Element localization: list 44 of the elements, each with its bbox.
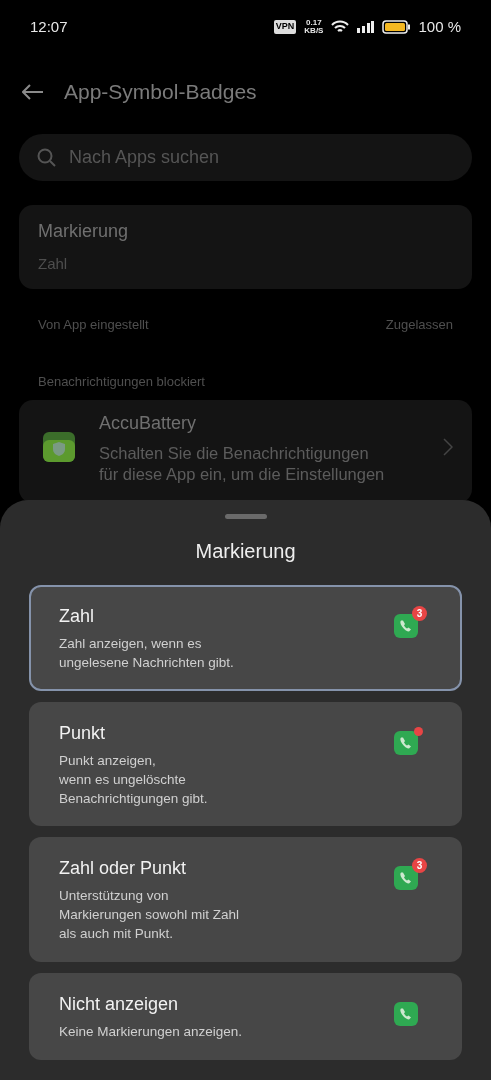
option-card[interactable]: Nicht anzeigen Keine Markierungen anzeigen. <box>29 973 462 1060</box>
drag-handle <box>224 514 267 519</box>
setting-card[interactable]: Markierung Zahl <box>19 205 472 289</box>
sheet-title: Markierung <box>194 539 297 563</box>
wifi-icon <box>331 20 350 34</box>
section-label: Benachrichtigungen blockiert <box>38 373 205 391</box>
badge-count: 3 <box>412 858 427 874</box>
option-title: Nicht anzeigen <box>59 993 180 1017</box>
option-description: Zahl anzeigen, wenn es ungelesene Nachrichten gibt. <box>59 635 234 672</box>
app-name: AccuBattery <box>99 411 198 435</box>
search-bar[interactable]: Nach Apps suchen <box>19 134 472 181</box>
search-icon <box>37 147 57 168</box>
option-title: Zahl <box>59 605 95 628</box>
vpn-badge: VPN <box>273 20 297 34</box>
section-value: Zugelassen <box>385 315 453 334</box>
back-icon[interactable] <box>22 84 44 100</box>
app-description: Schalten Sie die Benachrichtigungen für diese App ein, um die Einstellungen <box>99 442 386 485</box>
setting-label: Markierung <box>38 220 130 243</box>
option-card[interactable]: Zahl oder Punkt Unterstützung von Markierungen sowohl mit Zahl als auch mit Punkt. 3 <box>29 837 462 963</box>
phone-icon <box>400 620 412 632</box>
option-card[interactable]: Punkt Punkt anzeigen, wenn es ungelöschte Benachrichtigungen gibt. <box>29 701 462 827</box>
setting-value: Zahl <box>38 254 69 274</box>
search-field[interactable]: Nach Apps suchen <box>67 143 454 172</box>
phone-icon <box>400 872 412 885</box>
option-description: Keine Markierungen anzeigen. <box>59 1023 243 1042</box>
app-icon <box>43 432 75 463</box>
page-title: App-Symbol-Badges <box>64 79 257 105</box>
phone-icon <box>400 736 412 749</box>
option-title: Punkt <box>59 721 107 745</box>
option-description: Punkt anzeigen, wenn es ungelöschte Benachrichtigungen gibt. <box>59 751 208 808</box>
status-time: 12:07 <box>30 16 68 37</box>
speed-unit: KB/S <box>304 27 324 35</box>
phone-icon <box>400 1008 412 1021</box>
option-card[interactable]: Zahl Zahl anzeigen, wenn es ungelesene Nachrichten gibt. 3 <box>29 585 462 691</box>
option-title: Zahl oder Punkt <box>59 857 188 881</box>
chevron-icon <box>443 438 453 457</box>
battery-percent: 100 % <box>418 16 461 37</box>
network-speed: 0.17 <box>305 19 323 27</box>
battery-icon <box>382 20 411 34</box>
signal-icon <box>357 21 375 33</box>
option-description: Unterstützung von Markierungen sowohl mit Zahl als auch mit Punkt. <box>59 887 240 944</box>
badge-dot <box>414 726 423 736</box>
section-label: Von App eingestellt <box>38 315 149 334</box>
badge-count: 3 <box>412 606 427 621</box>
